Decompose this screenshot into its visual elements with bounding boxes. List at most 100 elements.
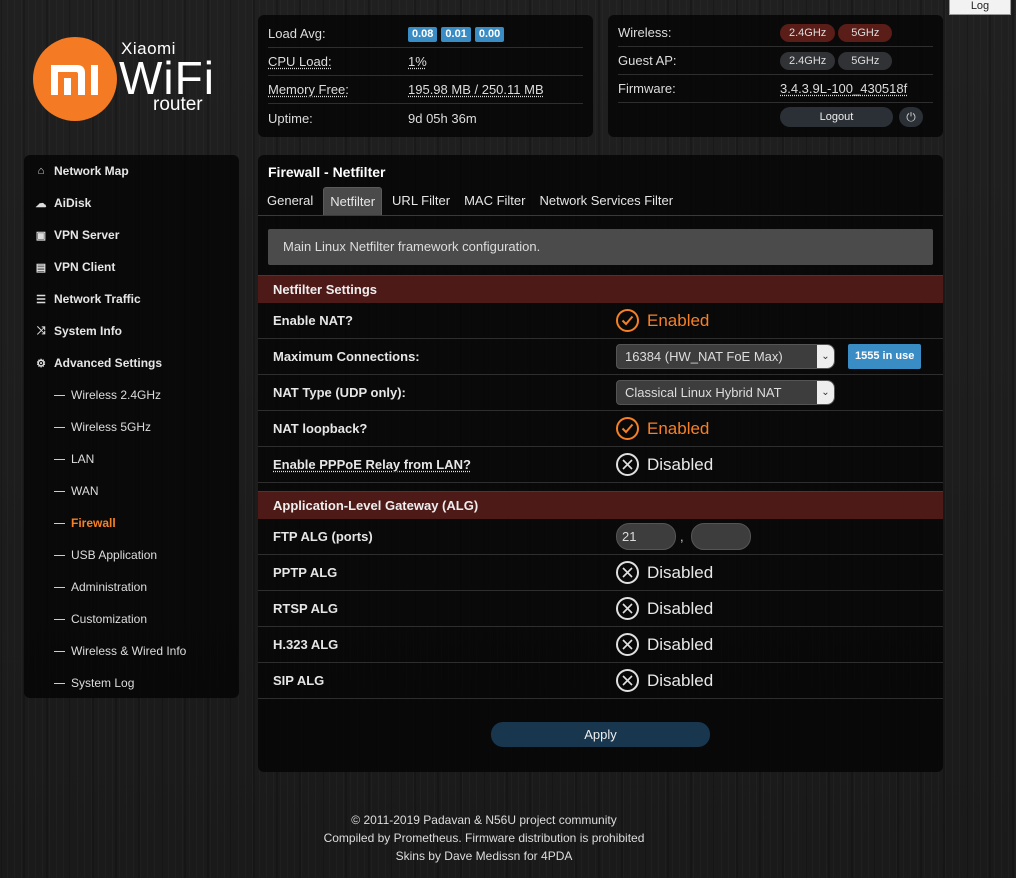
memory-free-label[interactable]: Memory Free: — [268, 82, 408, 97]
ftp-port-input-1[interactable]: 21 — [616, 523, 676, 550]
sidebar-sub-label: Wireless 2.4GHz — [71, 388, 162, 402]
setting-row-h323-alg: H.323 ALG Disabled — [258, 627, 943, 663]
tab-url-filter[interactable]: URL Filter — [385, 187, 457, 215]
sidebar-item-label: VPN Server — [54, 228, 120, 242]
sidebar-sub-customization[interactable]: Customization — [24, 603, 239, 635]
sidebar-sub-label: WAN — [71, 484, 99, 498]
log-button[interactable]: Log — [949, 0, 1011, 15]
traffic-icon: ☰ — [36, 293, 46, 306]
guest-5-badge[interactable]: 5GHz — [838, 51, 893, 70]
load-avg-1: 0.08 — [408, 27, 438, 42]
setting-row-ftp-alg: FTP ALG (ports) 21 , — [258, 519, 943, 555]
sidebar-sub-usb-application[interactable]: USB Application — [24, 539, 239, 571]
rtsp-toggle[interactable]: Disabled — [616, 597, 713, 620]
wireless-24-badge[interactable]: 2.4GHz — [780, 23, 836, 42]
sidebar-item-vpn-server[interactable]: ▣ VPN Server — [24, 219, 239, 251]
pppoe-toggle[interactable]: Disabled — [616, 453, 713, 476]
h323-alg-label: H.323 ALG — [273, 637, 339, 652]
footer: © 2011-2019 Padavan & N56U project commu… — [0, 811, 968, 865]
nattype-value: Classical Linux Hybrid NAT — [625, 385, 782, 400]
load-avg-15: 0.00 — [474, 27, 505, 42]
sidebar-sub-label: System Log — [71, 676, 135, 690]
pppoe-label[interactable]: Enable PPPoE Relay from LAN? — [273, 457, 616, 472]
setting-row-rtsp-alg: RTSP ALG Disabled — [258, 591, 943, 627]
maxconn-label: Maximum Connections: — [273, 349, 420, 364]
gear-icon: ⚙ — [36, 357, 46, 370]
setting-row-pptp-alg: PPTP ALG Disabled — [258, 555, 943, 591]
tab-netfilter[interactable]: Netfilter — [323, 187, 383, 215]
sidebar-item-aidisk[interactable]: ☁ AiDisk — [24, 187, 239, 219]
mi-logo-icon — [33, 37, 117, 121]
loopback-toggle[interactable]: Enabled — [616, 417, 709, 440]
logo: Xiaomi WiFi router — [33, 37, 223, 121]
sidebar-sub-wan[interactable]: WAN — [24, 475, 239, 507]
sidebar-sub-lan[interactable]: LAN — [24, 443, 239, 475]
ftp-alg-label: FTP ALG (ports) — [273, 529, 373, 544]
footer-compiled: Compiled by Prometheus. Firmware distrib… — [323, 831, 645, 845]
section-alg: Application-Level Gateway (ALG) — [258, 491, 943, 519]
sidebar-sub-firewall[interactable]: Firewall — [24, 507, 239, 539]
sip-toggle[interactable]: Disabled — [616, 669, 713, 692]
sidebar-sub-label: LAN — [71, 452, 95, 466]
shuffle-icon: ⤨ — [36, 324, 46, 337]
h323-toggle[interactable]: Disabled — [616, 633, 713, 656]
sidebar-item-vpn-client[interactable]: ▤ VPN Client — [24, 251, 239, 283]
sidebar-sub-administration[interactable]: Administration — [24, 571, 239, 603]
cpu-load-label[interactable]: CPU Load: — [268, 54, 408, 69]
pppoe-state: Disabled — [647, 454, 714, 474]
sidebar-sub-label: Firewall — [71, 516, 116, 530]
maxconn-select[interactable]: 16384 (HW_NAT FoE Max) ⌄ — [616, 344, 835, 369]
tab-general[interactable]: General — [260, 187, 320, 215]
close-icon — [616, 561, 639, 584]
wireless-status-panel: Wireless: 2.4GHz 5GHz Guest AP: 2.4GHz 5… — [608, 15, 943, 137]
rtsp-state: Disabled — [647, 598, 714, 618]
power-icon[interactable]: ⏻ — [899, 107, 923, 127]
sidebar-sub-label: USB Application — [71, 548, 158, 562]
sidebar-sub-wireless-5[interactable]: Wireless 5GHz — [24, 411, 239, 443]
chevron-down-icon: ⌄ — [817, 345, 834, 368]
sidebar-item-label: VPN Client — [54, 260, 116, 274]
vpn-server-icon: ▣ — [35, 229, 47, 242]
home-icon: ⌂ — [37, 165, 45, 177]
sidebar-item-system-info[interactable]: ⤨ System Info — [24, 315, 239, 347]
sidebar-item-label: System Info — [54, 324, 123, 338]
sidebar-item-network-traffic[interactable]: ☰ Network Traffic — [24, 283, 239, 315]
sidebar-sub-system-log[interactable]: System Log — [24, 667, 239, 699]
tab-network-services-filter[interactable]: Network Services Filter — [532, 187, 680, 215]
pptp-alg-label: PPTP ALG — [273, 565, 338, 580]
sidebar-sub-label: Wireless 5GHz — [71, 420, 152, 434]
logout-button[interactable]: Logout — [780, 107, 893, 127]
main-panel: Firewall - Netfilter General Netfilter U… — [258, 155, 943, 772]
nat-state: Enabled — [647, 310, 710, 330]
apply-button[interactable]: Apply — [491, 721, 710, 747]
sidebar-sub-wireless-wired-info[interactable]: Wireless & Wired Info — [24, 635, 239, 667]
connections-in-use-badge: 1555 in use — [848, 344, 922, 369]
page-description: Main Linux Netfilter framework configura… — [268, 229, 933, 265]
sidebar-sub-label: Administration — [71, 580, 148, 594]
cpu-load-value: 1% — [408, 54, 427, 69]
guest-24-badge[interactable]: 2.4GHz — [780, 51, 836, 70]
ftp-port-input-2[interactable] — [690, 523, 751, 550]
sidebar-item-label: Network Map — [54, 164, 129, 178]
nat-label: Enable NAT? — [273, 313, 353, 328]
tab-mac-filter[interactable]: MAC Filter — [457, 187, 532, 215]
sidebar-sub-wireless-24[interactable]: Wireless 2.4GHz — [24, 379, 239, 411]
pptp-toggle[interactable]: Disabled — [616, 561, 713, 584]
setting-row-nat-loopback: NAT loopback? Enabled — [258, 411, 943, 447]
wireless-5-badge[interactable]: 5GHz — [838, 23, 893, 42]
firmware-value[interactable]: 3.4.3.9L-100_430518f — [780, 81, 907, 96]
page-title: Firewall - Netfilter — [268, 164, 386, 180]
cloud-icon: ☁ — [35, 197, 47, 210]
nattype-select[interactable]: Classical Linux Hybrid NAT ⌄ — [616, 380, 835, 405]
sidebar: ⌂ Network Map ☁ AiDisk ▣ VPN Server ▤ VP… — [24, 155, 239, 698]
sidebar-item-advanced-settings[interactable]: ⚙ Advanced Settings — [24, 347, 239, 379]
h323-state: Disabled — [647, 634, 714, 654]
setting-row-nat: Enable NAT? Enabled — [258, 303, 943, 339]
logo-sub: router — [153, 94, 203, 115]
sidebar-item-network-map[interactable]: ⌂ Network Map — [24, 155, 239, 187]
pptp-state: Disabled — [647, 562, 714, 582]
rtsp-alg-label: RTSP ALG — [273, 601, 339, 616]
nat-toggle[interactable]: Enabled — [616, 309, 709, 332]
nattype-label: NAT Type (UDP only): — [273, 385, 406, 400]
chevron-down-icon: ⌄ — [817, 381, 834, 404]
